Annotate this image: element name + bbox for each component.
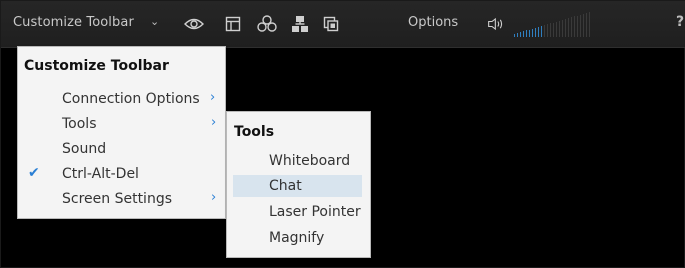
menu-item-screen-settings[interactable]: Screen Settings › bbox=[18, 188, 225, 210]
window-icon[interactable] bbox=[223, 14, 243, 34]
volume-bar bbox=[532, 29, 533, 37]
options-menu[interactable]: Options bbox=[408, 15, 458, 30]
menu-item-label: Ctrl-Alt-Del bbox=[62, 166, 139, 182]
checkmark-icon: ✔ bbox=[28, 165, 40, 181]
chevron-right-icon: › bbox=[211, 190, 217, 205]
remote-session-window: Customize Toolbar ⌄ Options ? Customize … bbox=[0, 0, 685, 268]
volume-bar bbox=[571, 17, 572, 37]
submenu-item-chat[interactable]: Chat bbox=[233, 175, 362, 197]
volume-bar bbox=[535, 28, 536, 37]
volume-bar bbox=[577, 16, 578, 37]
volume-bar bbox=[553, 23, 554, 37]
submenu-item-label: Chat bbox=[269, 178, 302, 194]
chevron-right-icon: › bbox=[210, 90, 216, 105]
menu-item-label: Screen Settings bbox=[62, 191, 173, 207]
session-toolbar: Customize Toolbar ⌄ Options ? bbox=[1, 1, 685, 48]
speaker-icon[interactable] bbox=[487, 14, 507, 34]
submenu-item-label: Laser Pointer bbox=[269, 204, 361, 220]
submenu-item-whiteboard[interactable]: Whiteboard bbox=[227, 150, 370, 172]
customize-toolbar-menu: Customize Toolbar Connection Options › T… bbox=[17, 46, 226, 219]
tools-submenu: Tools Whiteboard Chat Laser Pointer Magn… bbox=[226, 111, 371, 258]
volume-bar bbox=[526, 30, 527, 37]
volume-bar bbox=[565, 19, 566, 37]
menu-item-label: Connection Options bbox=[62, 91, 200, 107]
volume-bar bbox=[556, 22, 557, 37]
volume-bar bbox=[574, 16, 575, 37]
volume-bar bbox=[529, 30, 530, 37]
submenu-item-magnify[interactable]: Magnify bbox=[227, 227, 370, 249]
volume-bar bbox=[562, 20, 563, 37]
volume-bar bbox=[550, 23, 551, 37]
volume-bar bbox=[589, 12, 590, 37]
chevron-right-icon: › bbox=[211, 115, 217, 130]
volume-bar bbox=[559, 21, 560, 37]
toolbar-title[interactable]: Customize Toolbar bbox=[13, 15, 134, 30]
clipboard-icon[interactable] bbox=[321, 14, 341, 34]
volume-bar bbox=[538, 27, 539, 37]
volume-bar bbox=[544, 25, 545, 37]
volume-bar bbox=[517, 33, 518, 37]
volume-bar bbox=[586, 13, 587, 37]
submenu-item-laser-pointer[interactable]: Laser Pointer bbox=[227, 201, 370, 223]
menu-item-tools[interactable]: Tools › bbox=[18, 113, 225, 135]
volume-meter[interactable] bbox=[514, 11, 594, 37]
volume-bar bbox=[547, 24, 548, 37]
share-circles-icon[interactable] bbox=[257, 14, 277, 34]
submenu-header: Tools bbox=[234, 124, 275, 140]
menu-item-sound[interactable]: Sound bbox=[18, 138, 225, 160]
chevron-down-icon[interactable]: ⌄ bbox=[150, 15, 159, 28]
menu-item-label: Tools bbox=[62, 116, 97, 132]
menu-header: Customize Toolbar bbox=[24, 58, 169, 74]
menu-item-connection-options[interactable]: Connection Options › bbox=[18, 88, 225, 110]
help-button[interactable]: ? bbox=[676, 14, 684, 30]
volume-bar bbox=[568, 18, 569, 37]
menu-item-label: Sound bbox=[62, 141, 107, 157]
volume-bar bbox=[520, 32, 521, 37]
network-icon[interactable] bbox=[290, 14, 310, 34]
volume-bar bbox=[514, 34, 515, 37]
submenu-item-label: Whiteboard bbox=[269, 153, 351, 169]
volume-bar bbox=[523, 31, 524, 37]
volume-bar bbox=[580, 15, 581, 37]
volume-bar bbox=[541, 26, 542, 37]
submenu-item-label: Magnify bbox=[269, 230, 325, 246]
volume-bar bbox=[583, 14, 584, 37]
menu-item-ctrl-alt-del[interactable]: ✔ Ctrl-Alt-Del bbox=[18, 163, 225, 185]
eye-icon[interactable] bbox=[184, 14, 204, 34]
